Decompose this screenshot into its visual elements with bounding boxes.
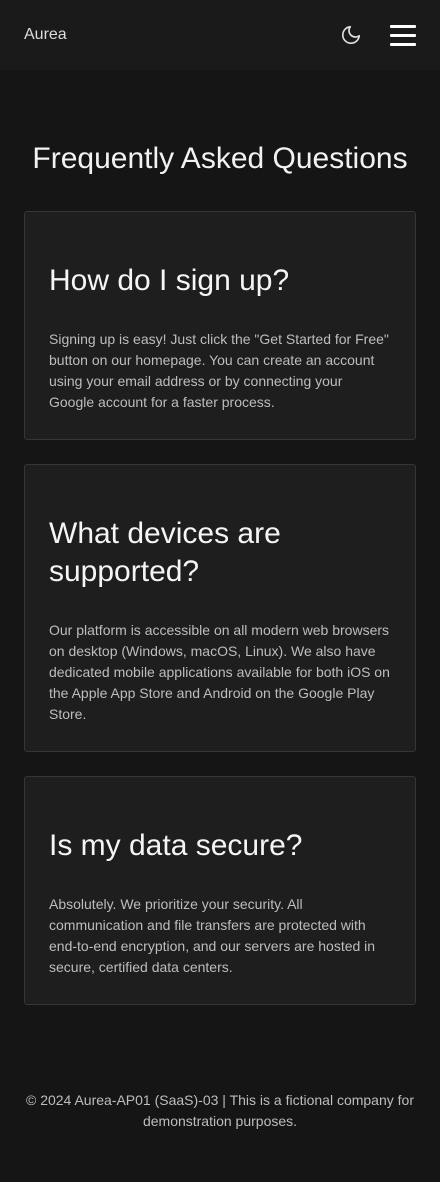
faq-section: Frequently Asked Questions How do I sign… — [0, 70, 440, 1005]
theme-toggle-button[interactable] — [340, 24, 362, 46]
brand-logo-text[interactable]: Aurea — [24, 26, 67, 44]
faq-question: Is my data secure? — [49, 829, 303, 862]
hamburger-menu-icon — [390, 24, 416, 46]
faq-card: Is my data secure? Absolutely. We priori… — [24, 776, 416, 1005]
top-navbar: Aurea — [0, 0, 440, 70]
faq-card: What devices are supported? Our platform… — [24, 464, 416, 752]
faq-answer: Signing up is easy! Just click the "Get … — [49, 331, 389, 410]
faq-question: What devices are supported? — [49, 517, 281, 588]
page-footer: © 2024 Aurea-AP01 (SaaS)-03 | This is a … — [0, 1090, 440, 1132]
moon-icon — [341, 25, 361, 45]
faq-answer: Absolutely. We prioritize your security.… — [49, 896, 376, 975]
footer-copyright: © 2024 Aurea-AP01 (SaaS)-03 | This is a … — [25, 1092, 414, 1129]
faq-card: How do I sign up? Signing up is easy! Ju… — [24, 211, 416, 440]
menu-button[interactable] — [390, 24, 416, 46]
faq-question: How do I sign up? — [49, 264, 290, 297]
page-title: Frequently Asked Questions — [32, 142, 408, 175]
faq-answer: Our platform is accessible on all modern… — [49, 622, 390, 722]
header-actions — [340, 24, 416, 46]
